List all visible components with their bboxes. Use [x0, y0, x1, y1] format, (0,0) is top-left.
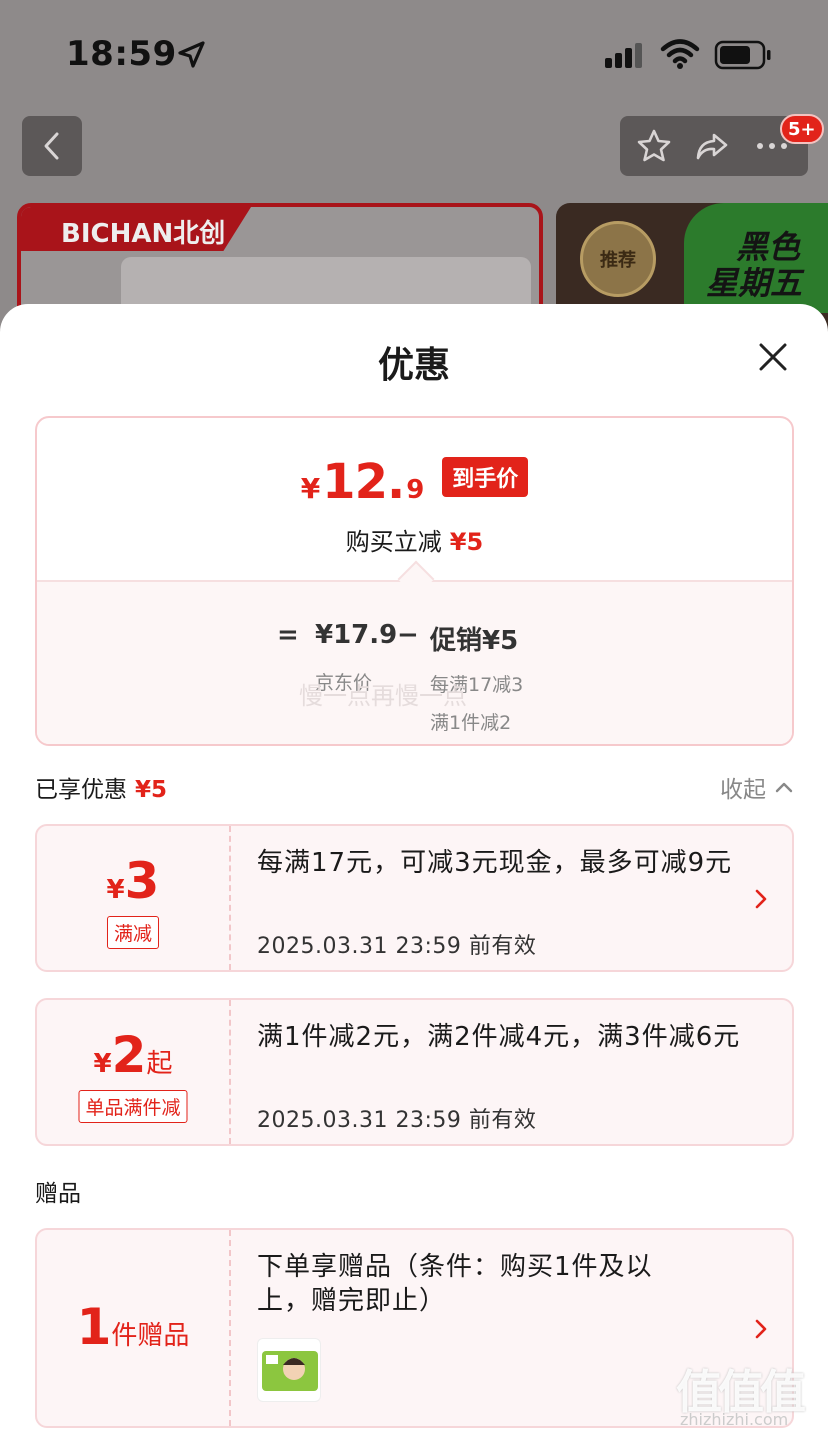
price-summary-card: ¥ 12. 9 到手价 购买立减 ¥5 = ¥17.9 − 促销¥5 京东价 每满… [35, 416, 794, 746]
saving-label: 购买立减 [345, 528, 442, 556]
gift-section-label: 赠品 [35, 1181, 81, 1207]
coupon-number: 2 [111, 1026, 147, 1084]
coupon-amount: ¥3 [37, 852, 229, 910]
promo-tag-line1: 黑色 [736, 228, 801, 266]
gift-amount-panel: 1件赠品 [37, 1230, 231, 1426]
coupon-validity: 2025.03.31 23:59 前有效 [257, 1108, 537, 1133]
price-summary-top: ¥ 12. 9 到手价 购买立减 ¥5 [37, 418, 792, 580]
site-watermark-url: zhizhizhi.com [680, 1410, 789, 1429]
coupon-card[interactable]: ¥3 满减 每满17元，可减3元现金，最多可减9元 2025.03.31 23:… [35, 824, 794, 972]
site-watermark: 值值值 zhizhizhi.com [676, 1356, 826, 1436]
cellular-signal-icon [605, 43, 642, 68]
saving-line: 购买立减 ¥5 [37, 522, 792, 557]
saving-value: ¥5 [449, 528, 484, 556]
coupon-card[interactable]: ¥2起 单品满件减 满1件减2元，满2件减4元，满3件减6元 2025.03.3… [35, 998, 794, 1146]
promo-detail-2: 满1件减2 [430, 712, 512, 734]
gift-amount: 1件赠品 [37, 1298, 229, 1356]
jd-price: ¥17.9 [315, 620, 398, 650]
wifi-icon [660, 39, 700, 69]
collapse-button[interactable]: 收起 [720, 770, 794, 804]
applied-label-wrap: 已享优惠 ¥5 [35, 770, 167, 804]
price-decimal: 9 [406, 475, 425, 505]
coupon-suffix: 起 [146, 1049, 173, 1079]
battery-icon [714, 40, 771, 70]
status-time: 18:59 [66, 34, 177, 74]
chevron-right-icon [755, 1319, 767, 1339]
back-button[interactable] [22, 116, 82, 176]
gift-section-header: 赠品 [35, 1174, 794, 1214]
location-arrow-icon [178, 41, 205, 68]
notification-badge: 5+ [780, 114, 824, 144]
promo-label: 促销¥5 [430, 626, 519, 656]
coupon-amount: ¥2起 [37, 1026, 229, 1084]
coupon-amount-panel: ¥2起 单品满件减 [37, 1000, 231, 1144]
applied-label: 已享优惠 [35, 777, 127, 803]
share-icon[interactable] [694, 128, 730, 164]
gift-thumbnail [257, 1338, 321, 1402]
coupon-type-tag: 满减 [106, 916, 160, 949]
coupon-number: 3 [124, 852, 160, 910]
collapse-label: 收起 [720, 777, 766, 803]
gift-suffix: 件赠品 [111, 1321, 190, 1351]
promo-tag-line2: 星期五 [706, 264, 803, 302]
chevron-left-icon [44, 132, 59, 160]
coupon-yen: ¥ [93, 1049, 112, 1079]
price-integer: 12. [322, 454, 405, 510]
close-icon[interactable] [754, 338, 792, 376]
coupon-validity: 2025.03.31 23:59 前有效 [257, 934, 537, 959]
discount-sheet: 优惠 ¥ 12. 9 到手价 购买立减 ¥5 = ¥17.9 − 促销¥5 京东价… [0, 304, 828, 1436]
coupon-description: 每满17元，可减3元现金，最多可减9元 [257, 848, 733, 878]
text-watermark: 慢一点再慢一点 [299, 682, 467, 710]
recommend-seal: 推荐 [580, 221, 656, 297]
status-bar: 18:59 [0, 0, 828, 100]
gift-count: 1 [76, 1298, 112, 1356]
favorite-star-icon[interactable] [636, 128, 672, 164]
chevron-right-icon [755, 889, 767, 909]
background-page: 18:59 5+ BICHAN北创 推荐 黑色 星期五 [0, 0, 828, 343]
equals-sign: = [277, 620, 299, 650]
brand-label: BICHAN北创 [21, 207, 251, 251]
final-price-tag: 到手价 [442, 457, 529, 497]
price-breakdown: = ¥17.9 − 促销¥5 京东价 每满17减3 满1件减2 慢一点再慢一点 [37, 580, 792, 744]
black-friday-tag: 黑色 星期五 [684, 203, 828, 313]
final-price: ¥ 12. 9 到手价 [37, 454, 792, 510]
price-symbol: ¥ [300, 472, 321, 505]
minus-sign: − [397, 620, 419, 650]
sheet-title: 优惠 [377, 345, 450, 386]
chevron-up-icon [775, 782, 793, 793]
coupon-amount-panel: ¥3 满减 [37, 826, 231, 970]
coupon-type-tag: 单品满件减 [78, 1090, 188, 1123]
applied-value: ¥5 [135, 777, 168, 803]
gift-product-image [262, 1351, 318, 1391]
applied-discount-row: 已享优惠 ¥5 收起 [35, 770, 794, 810]
coupon-description: 满1件减2元，满2件减4元，满3件减6元 [257, 1022, 741, 1052]
gift-description: 下单享赠品（条件：购买1件及以上，赠完即止） [257, 1252, 653, 1316]
coupon-yen: ¥ [106, 875, 125, 905]
